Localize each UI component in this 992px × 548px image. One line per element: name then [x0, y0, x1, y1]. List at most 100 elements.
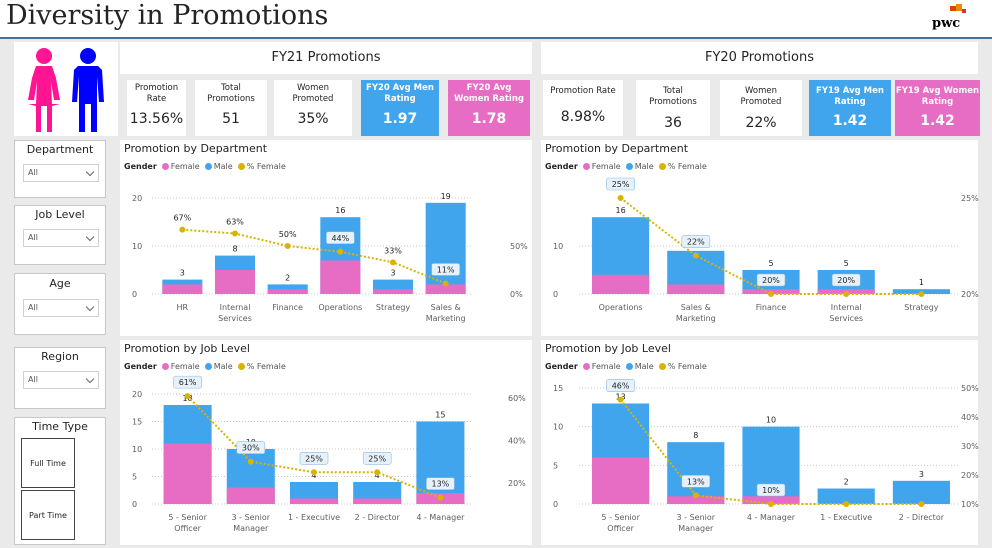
time-type-slicer: Time Type Full Time Part Time — [14, 417, 106, 545]
x-tick-label: 1 - Executive — [288, 513, 340, 522]
x-tick-label: Strategy — [376, 303, 411, 312]
age-dropdown[interactable]: All — [23, 299, 99, 317]
card-value: 51 — [222, 111, 240, 127]
card-value: 8.98% — [560, 109, 606, 125]
region-dropdown[interactable]: All — [23, 371, 99, 389]
x-tick-label: 3 - Senior — [232, 513, 271, 522]
y-tick-label: 15 — [132, 418, 142, 427]
x-tick-label: 1 - Executive — [820, 513, 872, 522]
x-tick-label: Services — [218, 314, 252, 323]
x-tick-label: 5 - Senior — [168, 513, 207, 522]
fy20-department-chart: Promotion by Department Gender Female Male%… — [541, 140, 979, 336]
job-level-slicer: Job Level All — [14, 205, 106, 265]
x-tick-label: 5 - Senior — [601, 513, 640, 522]
card-label: FY20 Avg Women Rating — [454, 83, 524, 104]
pwc-logo: pwc — [928, 4, 968, 34]
male-figure-icon — [72, 48, 104, 132]
pct-female-point — [284, 243, 291, 249]
bar-total-label: 16 — [335, 206, 345, 215]
pct-female-point — [768, 501, 774, 507]
y-tick-label: 20 — [132, 390, 142, 399]
x-tick-label: HR — [177, 303, 189, 312]
pct-label: 44% — [331, 234, 349, 243]
chevron-down-icon — [85, 167, 95, 177]
y-tick-label: 0 — [132, 500, 137, 509]
y-tick-label: 20 — [132, 194, 142, 203]
x-tick-label: Finance — [756, 303, 787, 312]
card-value: 36 — [664, 115, 682, 131]
chevron-down-icon — [85, 232, 95, 242]
bar-female — [289, 498, 339, 504]
dropdown-value: All — [28, 168, 38, 177]
pct-label: 20% — [837, 276, 855, 285]
pct-female-point — [843, 291, 850, 297]
chart-plot: 01020%25%16Operations9Sales &Marketing5F… — [553, 177, 979, 323]
bar-female — [353, 498, 402, 504]
fy20-promotion-rate-card: Promotion Rate 8.98% — [543, 80, 623, 136]
x-tick-label: Sales & — [431, 303, 461, 312]
bar-total-label: 10 — [766, 416, 776, 425]
fy21-promotion-rate-card: Promotion Rate 13.56% — [127, 80, 186, 136]
x-tick-label: Internal — [831, 303, 862, 312]
x-tick-label: Manager — [233, 524, 269, 533]
pct-label: 25% — [368, 454, 386, 463]
chevron-down-icon — [85, 374, 95, 384]
x-tick-label: Finance — [272, 303, 303, 312]
bar-total-label: 3 — [919, 470, 924, 479]
bar-total-label: 3 — [390, 269, 395, 278]
pct-label: 63% — [226, 218, 244, 227]
slicer-title: Region — [41, 350, 79, 363]
y2-tick-label: 30% — [961, 442, 979, 451]
bar-total-label: 8 — [693, 431, 698, 440]
department-dropdown[interactable]: All — [23, 164, 99, 182]
dropdown-value: All — [28, 375, 38, 384]
pct-female-point — [843, 501, 850, 507]
pct-female-point — [247, 458, 254, 465]
x-tick-label: Sales & — [681, 303, 711, 312]
y2-tick-label: 20% — [508, 479, 526, 488]
x-tick-label: Marketing — [676, 314, 716, 323]
y-tick-label: 5 — [132, 473, 137, 482]
fy21-department-chart: Promotion by Department Gender Female Male%… — [120, 140, 532, 336]
fy20-total-promotions-card: Total Promotions 36 — [636, 80, 710, 136]
bar-female — [592, 457, 650, 504]
x-tick-label: 2 - Director — [899, 513, 945, 522]
card-value: 1.42 — [920, 113, 955, 129]
pct-female-point — [337, 248, 344, 255]
bar-male — [892, 480, 950, 504]
y2-tick-label: 25% — [961, 194, 979, 203]
pct-female-point — [311, 469, 317, 476]
bar-female — [372, 289, 414, 294]
bar-total-label: 15 — [435, 411, 445, 420]
pct-female-point — [768, 291, 774, 297]
y2-tick-label: 60% — [508, 394, 526, 403]
bar-female — [667, 284, 725, 294]
female-figure-icon — [28, 48, 60, 132]
fy21-header: FY21 Promotions — [120, 42, 532, 74]
slicer-title: Time Type — [32, 420, 88, 433]
fy19-avg-men-rating-card: FY19 Avg Men Rating 1.42 — [809, 80, 891, 136]
card-label: Promotion Rate — [134, 83, 179, 104]
title-divider — [0, 37, 992, 39]
pct-female-point — [437, 494, 444, 501]
y2-tick-label: 50% — [961, 384, 979, 393]
card-label: Total Promotions — [207, 83, 255, 104]
x-tick-label: Marketing — [426, 314, 466, 323]
fy21-women-promoted-card: Women Promoted 35% — [274, 80, 352, 136]
part-time-button[interactable]: Part Time — [21, 490, 75, 540]
bar-female — [163, 443, 212, 504]
bar-female — [226, 487, 275, 504]
pct-label: 20% — [762, 276, 780, 285]
bar-total-label: 5 — [768, 259, 773, 268]
fy20-avg-women-rating-card: FY20 Avg Women Rating 1.78 — [448, 80, 530, 136]
card-label: Promotion Rate — [550, 86, 616, 96]
y2-tick-label: 50% — [510, 242, 528, 251]
pct-female-point — [692, 492, 699, 499]
job-level-dropdown[interactable]: All — [23, 229, 99, 247]
x-tick-label: Strategy — [904, 303, 939, 312]
card-value: 1.97 — [382, 111, 418, 127]
pct-label: 50% — [279, 230, 297, 239]
y-tick-label: 15 — [553, 384, 563, 393]
full-time-button[interactable]: Full Time — [21, 438, 75, 488]
x-tick-label: 4 - Manager — [416, 513, 465, 522]
